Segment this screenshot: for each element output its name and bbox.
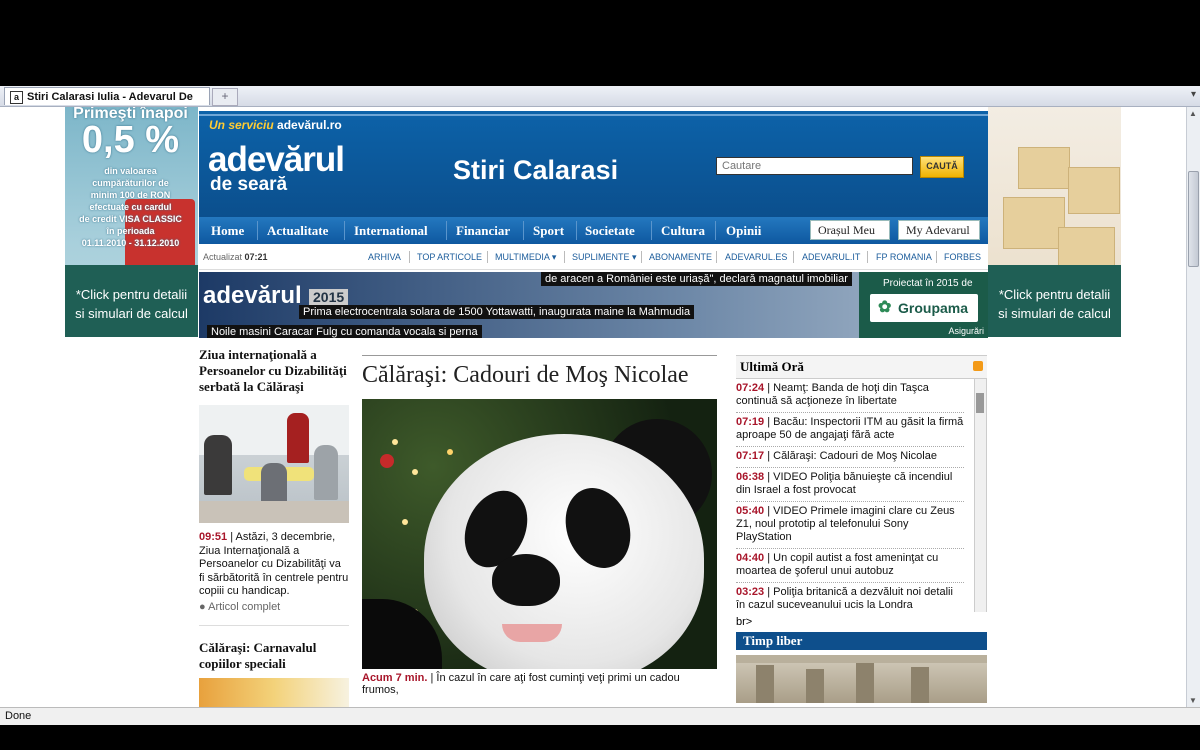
subnav-multimedia[interactable]: MULTIMEDIA ▾ bbox=[495, 252, 556, 263]
search-input[interactable] bbox=[716, 157, 913, 175]
subnav-fp-romania[interactable]: FP ROMANIA bbox=[876, 252, 932, 262]
subnav-adevarul-it[interactable]: ADEVARUL.IT bbox=[802, 252, 860, 262]
article-lede: Acum 7 min. | În cazul în care aţi fost … bbox=[362, 672, 680, 696]
my-adevarul-button[interactable]: My Adevarul bbox=[898, 220, 980, 240]
main-nav: Home Actualitate International Financiar… bbox=[199, 217, 988, 255]
subnav-forbes[interactable]: FORBES bbox=[944, 252, 981, 262]
sponsor-box[interactable]: Proiectat în 2015 de ✿ Groupama Asigurăr… bbox=[859, 272, 988, 338]
ad-cta-left[interactable]: *Click pentru detalii si simulari de cal… bbox=[65, 265, 198, 337]
read-more-link[interactable]: ● Articol complet bbox=[199, 601, 349, 613]
article-photo[interactable] bbox=[362, 399, 717, 669]
nav-sport[interactable]: Sport bbox=[533, 223, 564, 239]
browser-tab[interactable]: a Stiri Calarasi Iulia - Adevarul De Sea… bbox=[4, 87, 210, 121]
list-item[interactable]: 07:24 | Neamţ: Banda de hoţi din Taşca c… bbox=[736, 379, 964, 413]
right-column: Ultimă Oră 07:24 | Neamţ: Banda de hoţi … bbox=[736, 355, 987, 703]
story-photo[interactable] bbox=[199, 677, 349, 707]
list-item[interactable]: 07:17 | Călăraşi: Cadouri de Moş Nicolae bbox=[736, 447, 964, 468]
page-viewport: Primeşti înapoi 0,5 % din valoarea cumpă… bbox=[0, 107, 1186, 707]
status-bar: Done bbox=[0, 707, 1200, 725]
ticker-item[interactable]: Noile masini Caracar Fulg cu comanda voc… bbox=[207, 325, 482, 338]
search-button[interactable]: CAUTĂ bbox=[920, 156, 964, 178]
gift-boxes-image bbox=[998, 137, 1120, 269]
left-column: Ziua internaţională a Persoanelor cu Diz… bbox=[199, 347, 349, 707]
nav-actualitate[interactable]: Actualitate bbox=[267, 223, 328, 239]
nav-home[interactable]: Home bbox=[211, 223, 244, 239]
chevron-down-icon: ▾ bbox=[551, 252, 557, 262]
page-title: Stiri Calarasi bbox=[453, 155, 619, 185]
list-item[interactable]: 07:19 | Bacău: Inspectorii ITM au găsit … bbox=[736, 413, 964, 447]
bullet-icon: ● bbox=[199, 600, 206, 613]
right-side-ad[interactable]: *Click pentru detalii si simulari de cal… bbox=[988, 107, 1121, 337]
list-item[interactable]: 05:40 | VIDEO Primele imagini clare cu Z… bbox=[736, 502, 964, 549]
page-scrollbar[interactable]: ▲ ▼ bbox=[1186, 107, 1200, 707]
ad-cta-right[interactable]: *Click pentru detalii si simulari de cal… bbox=[988, 265, 1121, 337]
leaf-icon: ✿ bbox=[878, 299, 892, 316]
story-title[interactable]: Călăraşi: Carnavalul copiilor speciali bbox=[199, 640, 349, 672]
subnav-abonamente[interactable]: ABONAMENTE bbox=[649, 252, 712, 262]
list-item[interactable]: 04:40 | Un copil autist a fost ameninţat… bbox=[736, 549, 964, 583]
list-item[interactable]: 03:23 | Poliţia britanică a dezvăluit no… bbox=[736, 583, 964, 612]
ultima-ora-list: 07:24 | Neamţ: Banda de hoţi din Taşca c… bbox=[736, 379, 987, 612]
last-updated: Actualizat 07:21 bbox=[203, 252, 268, 262]
section-photo[interactable] bbox=[736, 655, 987, 703]
subnav-top-articole[interactable]: TOP ARTICOLE bbox=[417, 252, 482, 262]
ticker-item[interactable]: Prima electrocentrala solara de 1500 Yot… bbox=[299, 305, 695, 319]
ticker-item[interactable]: de aracen a României este uriașă", decla… bbox=[541, 272, 852, 286]
scroll-thumb[interactable] bbox=[1188, 171, 1199, 267]
new-tab-button[interactable]: + bbox=[212, 88, 238, 106]
story-photo[interactable] bbox=[199, 405, 349, 523]
site-header: Un serviciu adevărul.ro adevărul de sear… bbox=[199, 107, 988, 217]
ad-fine-print: din valoarea cumpărăturilor de minim 100… bbox=[79, 166, 182, 248]
nav-opinii[interactable]: Opinii bbox=[726, 223, 761, 239]
ad-percent: 0,5 % bbox=[81, 119, 180, 161]
nav-cultura[interactable]: Cultura bbox=[661, 223, 705, 239]
subnav-arhiva[interactable]: ARHIVA bbox=[368, 252, 401, 262]
service-credit[interactable]: Un serviciu adevărul.ro bbox=[209, 118, 342, 132]
list-item[interactable]: 06:38 | VIDEO Poliţia bănuieşte că incen… bbox=[736, 468, 964, 502]
subnav-suplimente[interactable]: SUPLIMENTE ▾ bbox=[572, 252, 637, 263]
ultima-ora-header: Ultimă Oră bbox=[736, 355, 987, 379]
stray-text: br> bbox=[736, 616, 753, 628]
browser-tab-bar: a Stiri Calarasi Iulia - Adevarul De Sea… bbox=[0, 86, 1200, 121]
sub-nav: Actualizat 07:21 ARHIVA TOP ARTICOLE MUL… bbox=[199, 244, 988, 270]
tab-list-chevron-down-icon[interactable]: ▾ bbox=[1191, 89, 1196, 100]
main-article: Călăraşi: Cadouri de Moş Nicolae Acum 7 … bbox=[362, 355, 717, 696]
left-side-ad[interactable]: Primeşti înapoi 0,5 % din valoarea cumpă… bbox=[65, 107, 198, 337]
nav-societate[interactable]: Societate bbox=[585, 223, 635, 239]
banner-logo: adevărul bbox=[203, 282, 302, 309]
groupama-logo: ✿ Groupama bbox=[870, 294, 978, 322]
subnav-adevarul-es[interactable]: ADEVARUL.ES bbox=[725, 252, 787, 262]
banner-year: 2015 bbox=[309, 289, 349, 305]
city-dropdown[interactable]: Orașul Meu ▾ bbox=[810, 220, 890, 255]
story-title[interactable]: Ziua internaţională a Persoanelor cu Diz… bbox=[199, 347, 349, 395]
nav-financiar[interactable]: Financiar bbox=[456, 223, 510, 239]
favicon-icon: a bbox=[10, 91, 23, 104]
scroll-down-icon: ▼ bbox=[1189, 696, 1197, 705]
top-black-bar bbox=[0, 0, 1200, 86]
site-logo-sub[interactable]: de seară bbox=[210, 174, 287, 196]
scroll-up-icon: ▲ bbox=[1189, 109, 1197, 118]
bottom-black-bar bbox=[0, 725, 1200, 750]
nav-international[interactable]: International bbox=[354, 223, 428, 239]
section-header[interactable]: Timp liber bbox=[736, 632, 987, 650]
list-scrollbar[interactable] bbox=[974, 379, 986, 612]
story-summary: 09:51 | Astăzi, 3 decembrie, Ziua Intern… bbox=[199, 531, 349, 597]
news-banner[interactable]: adevărul 2015 de aracen a României este … bbox=[199, 272, 988, 338]
article-title[interactable]: Călăraşi: Cadouri de Moş Nicolae bbox=[362, 362, 717, 389]
chevron-down-icon: ▾ bbox=[632, 252, 637, 262]
rss-icon[interactable] bbox=[973, 361, 983, 371]
